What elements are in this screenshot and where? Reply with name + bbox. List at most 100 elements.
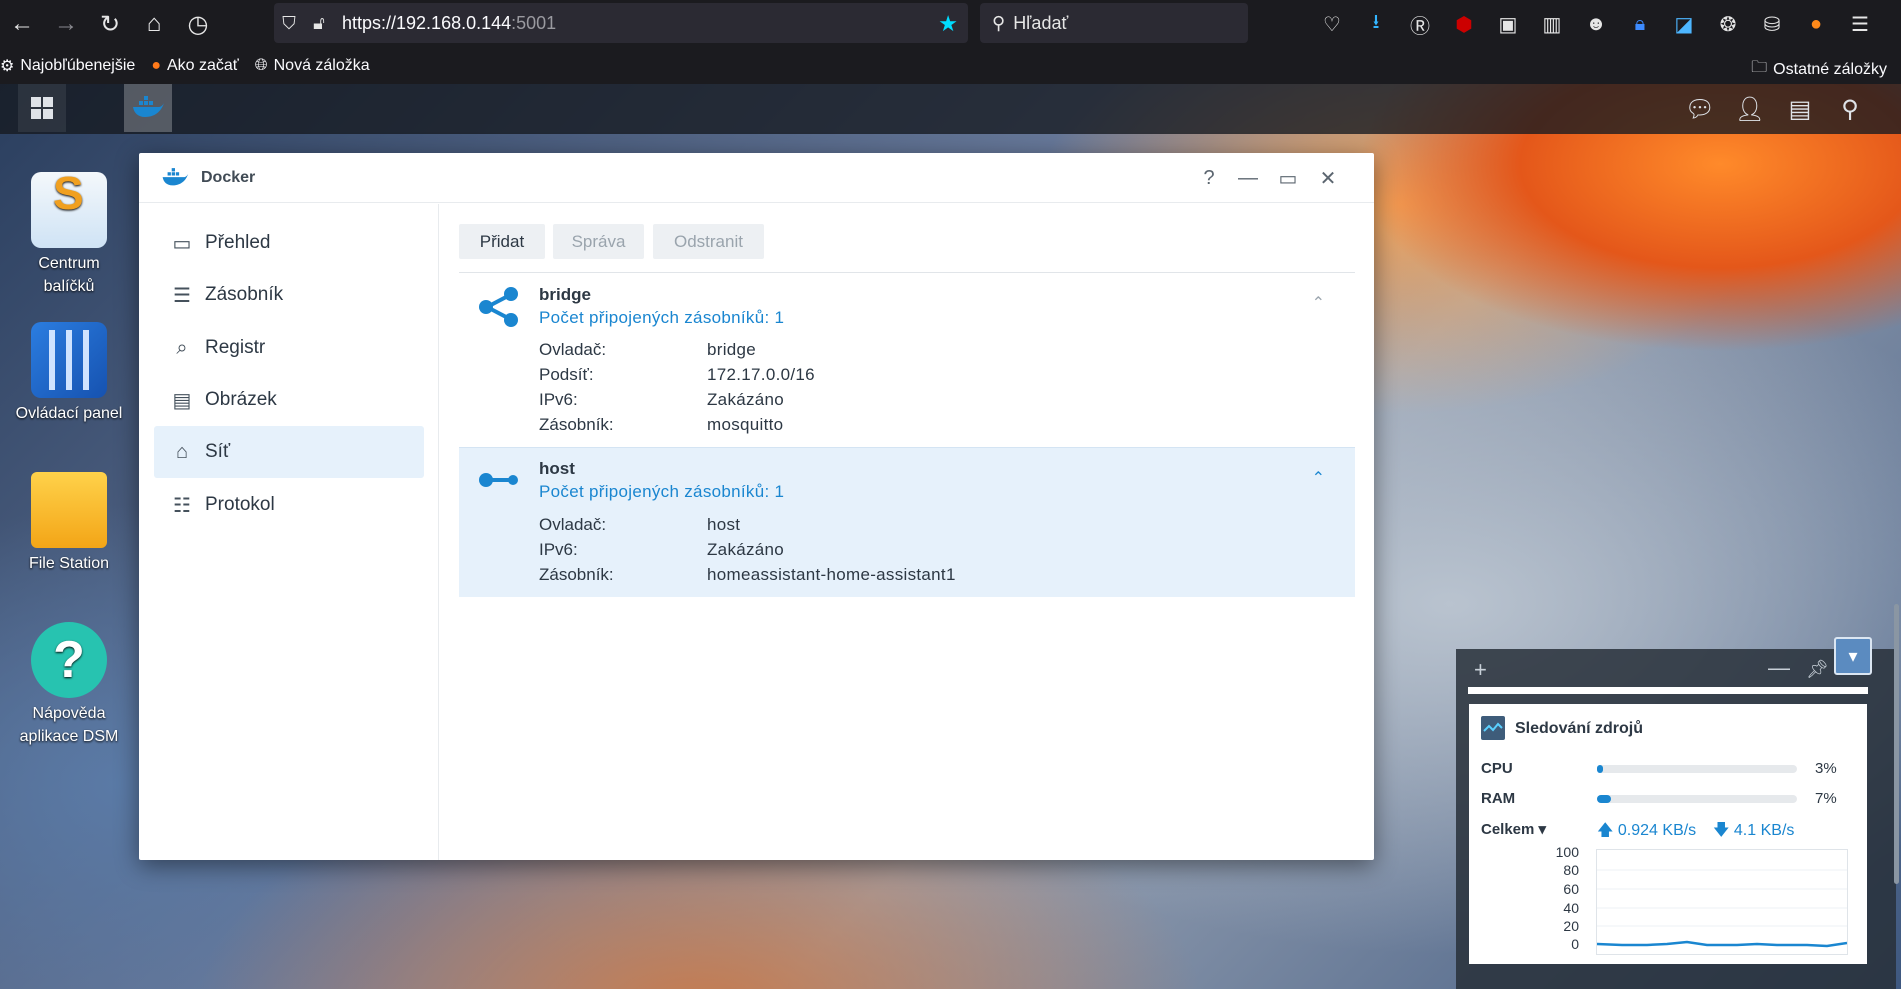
upload-arrow-icon: 🡅: [1597, 822, 1614, 839]
extension-face-icon[interactable]: ☻: [1574, 13, 1618, 36]
ublock-icon[interactable]: ⬢: [1442, 12, 1486, 37]
detail-value: mosquitto: [707, 415, 784, 434]
widgets-icon[interactable]: ▤: [1776, 84, 1824, 134]
grid-icon[interactable]: ▥: [1530, 12, 1574, 37]
sidebar-item-log[interactable]: ☷ Protokol: [154, 479, 424, 531]
shield-icon[interactable]: ⛉: [274, 13, 304, 34]
cpu-bar: [1597, 765, 1797, 773]
window-title: Docker: [201, 168, 256, 186]
url-bar[interactable]: ⛉ 🔓︎ https://192.168.0.144:5001 ★: [274, 3, 968, 43]
home-icon[interactable]: ⌂: [132, 0, 176, 48]
bookmark-star-icon[interactable]: ★: [938, 11, 958, 37]
cpu-percent: 3%: [1815, 760, 1837, 777]
lock-icon[interactable]: 🔓︎: [304, 13, 334, 34]
network-host-row[interactable]: host Počet připojených zásobníků: 1 ⌃ Ov…: [459, 447, 1355, 597]
docker-whale-icon: [133, 96, 164, 117]
network-icon: ⌂: [175, 440, 189, 463]
main-menu-button[interactable]: [18, 84, 66, 132]
help-icon: ?: [31, 622, 107, 698]
chat-icon[interactable]: 💬︎: [1676, 84, 1724, 134]
desktop-icon-control-panel[interactable]: Ovládací panel: [1, 322, 137, 425]
ram-label: RAM: [1481, 790, 1516, 807]
forward-icon[interactable]: →: [44, 0, 88, 48]
bookmark-new[interactable]: 🌐︎ Nová záložka: [255, 57, 370, 75]
collapse-chevron-icon[interactable]: ⌃: [1312, 293, 1325, 313]
firefox-icon: ●: [151, 57, 161, 74]
search-icon[interactable]: ⚲: [1826, 84, 1874, 134]
gear-icon: ⚙: [0, 58, 15, 75]
sidebar: ▭ Přehled ☰ Zásobník ⌕ Registr ▤ Obrázek ⌂ Sí…: [139, 204, 439, 860]
sidebar-item-container[interactable]: ☰ Zásobník: [154, 269, 424, 321]
extension-orange-icon[interactable]: ●: [1794, 13, 1838, 36]
reload-icon[interactable]: ↻: [88, 0, 132, 48]
search-icon: ⚲: [992, 12, 1006, 33]
url-text[interactable]: https://192.168.0.144:5001: [342, 13, 556, 34]
basket-icon[interactable]: ⛁: [1750, 12, 1794, 37]
sidebar-item-overview[interactable]: ▭ Přehled: [154, 217, 424, 269]
minimize-widget-icon[interactable]: —: [1768, 655, 1790, 681]
docker-window: Docker ? — ▭ ✕ ▭ Přehled ☰ Zásobník ⌕ Regis…: [139, 153, 1374, 860]
minimize-button[interactable]: —: [1233, 163, 1263, 193]
manage-button[interactable]: Správa: [553, 224, 644, 259]
maximize-button[interactable]: ▭: [1273, 163, 1303, 193]
pocket-icon[interactable]: ♡: [1310, 12, 1354, 37]
remove-button[interactable]: Odstranit: [653, 224, 764, 259]
sidebar-item-registry[interactable]: ⌕ Registr: [154, 322, 424, 374]
dsm-desktop: 💬︎ 👤︎ ▤ ⚲ S Centrum balíčků Ovládací pan…: [0, 84, 1901, 989]
detail-value: bridge: [707, 340, 757, 359]
host-network-icon: [479, 473, 518, 487]
dsm-taskbar: 💬︎ 👤︎ ▤ ⚲: [0, 84, 1901, 134]
bookmark-getting-started[interactable]: ● Ako začať: [151, 57, 238, 75]
network-bridge-row[interactable]: bridge Počet připojených zásobníků: 1 ⌃ …: [459, 272, 1355, 447]
ram-bar: [1597, 795, 1797, 803]
desktop-icon-file-station[interactable]: File Station: [1, 472, 137, 575]
total-dropdown[interactable]: Celkem ▾: [1481, 820, 1546, 838]
detail-value: homeassistant-home-assistant1: [707, 565, 956, 584]
cpu-bar-fill: [1597, 765, 1603, 773]
history-icon[interactable]: ◷: [176, 0, 220, 48]
desktop-icon-label: File Station: [28, 555, 110, 572]
hide-widgets-button[interactable]: ▾: [1834, 637, 1872, 675]
network-panel: Přidat Správa Odstranit bridge Počet při…: [459, 204, 1359, 860]
sidebar-item-image[interactable]: ▤ Obrázek: [154, 374, 424, 426]
folder-icon: [31, 472, 107, 548]
extension-car-icon[interactable]: ❂: [1706, 12, 1750, 37]
resource-monitor-icon: [1481, 716, 1505, 740]
bookmark-most-visited[interactable]: ⚙ Najobľúbenejšie: [0, 56, 135, 76]
extension-r-icon[interactable]: Ⓡ: [1398, 10, 1442, 39]
user-icon[interactable]: 👤︎: [1726, 84, 1774, 134]
save-icon[interactable]: ▣: [1486, 12, 1530, 37]
container-icon: ☰: [173, 284, 191, 307]
bookmark-other[interactable]: 🗀 Ostatné záložky: [1751, 56, 1887, 83]
search-bar[interactable]: ⚲ Hľadať: [980, 3, 1248, 43]
window-header[interactable]: Docker ? — ▭ ✕: [139, 153, 1374, 203]
taskbar-docker-button[interactable]: [124, 84, 172, 132]
y-tick: 60: [1563, 881, 1579, 897]
widget-title: Sledování zdrojů: [1515, 720, 1644, 737]
menu-icon[interactable]: ☰: [1838, 12, 1882, 37]
scrollbar[interactable]: [1894, 604, 1899, 884]
overview-icon: ▭: [172, 232, 192, 255]
help-button[interactable]: ?: [1194, 163, 1224, 193]
add-widget-icon[interactable]: +: [1474, 657, 1487, 683]
y-tick: 40: [1563, 900, 1579, 916]
network-container-count: Počet připojených zásobníků: 1: [539, 308, 785, 327]
download-icon[interactable]: ⭳: [1354, 7, 1398, 41]
sidebar-item-network[interactable]: ⌂ Síť: [154, 426, 424, 478]
padlock-extension-icon[interactable]: 🔒︎: [1618, 13, 1662, 36]
detail-label: Ovladač:: [539, 515, 607, 534]
desktop-icon-help[interactable]: ? Nápověda aplikace DSM: [1, 622, 137, 748]
detail-label: Ovladač:: [539, 340, 607, 359]
close-button[interactable]: ✕: [1313, 163, 1343, 193]
docker-whale-icon: [162, 167, 189, 185]
add-button[interactable]: Přidat: [459, 224, 545, 259]
collapse-chevron-icon[interactable]: ⌃: [1312, 468, 1325, 488]
pin-icon[interactable]: 📌︎: [1806, 659, 1829, 680]
control-panel-icon: [31, 322, 107, 398]
translate-icon[interactable]: ◪: [1662, 12, 1706, 37]
folder-icon: 🗀: [1751, 59, 1768, 76]
back-icon[interactable]: ←: [0, 0, 44, 48]
desktop-icon-package-center[interactable]: S Centrum balíčků: [1, 170, 137, 298]
network-name: host: [539, 459, 575, 478]
cpu-label: CPU: [1481, 760, 1513, 777]
